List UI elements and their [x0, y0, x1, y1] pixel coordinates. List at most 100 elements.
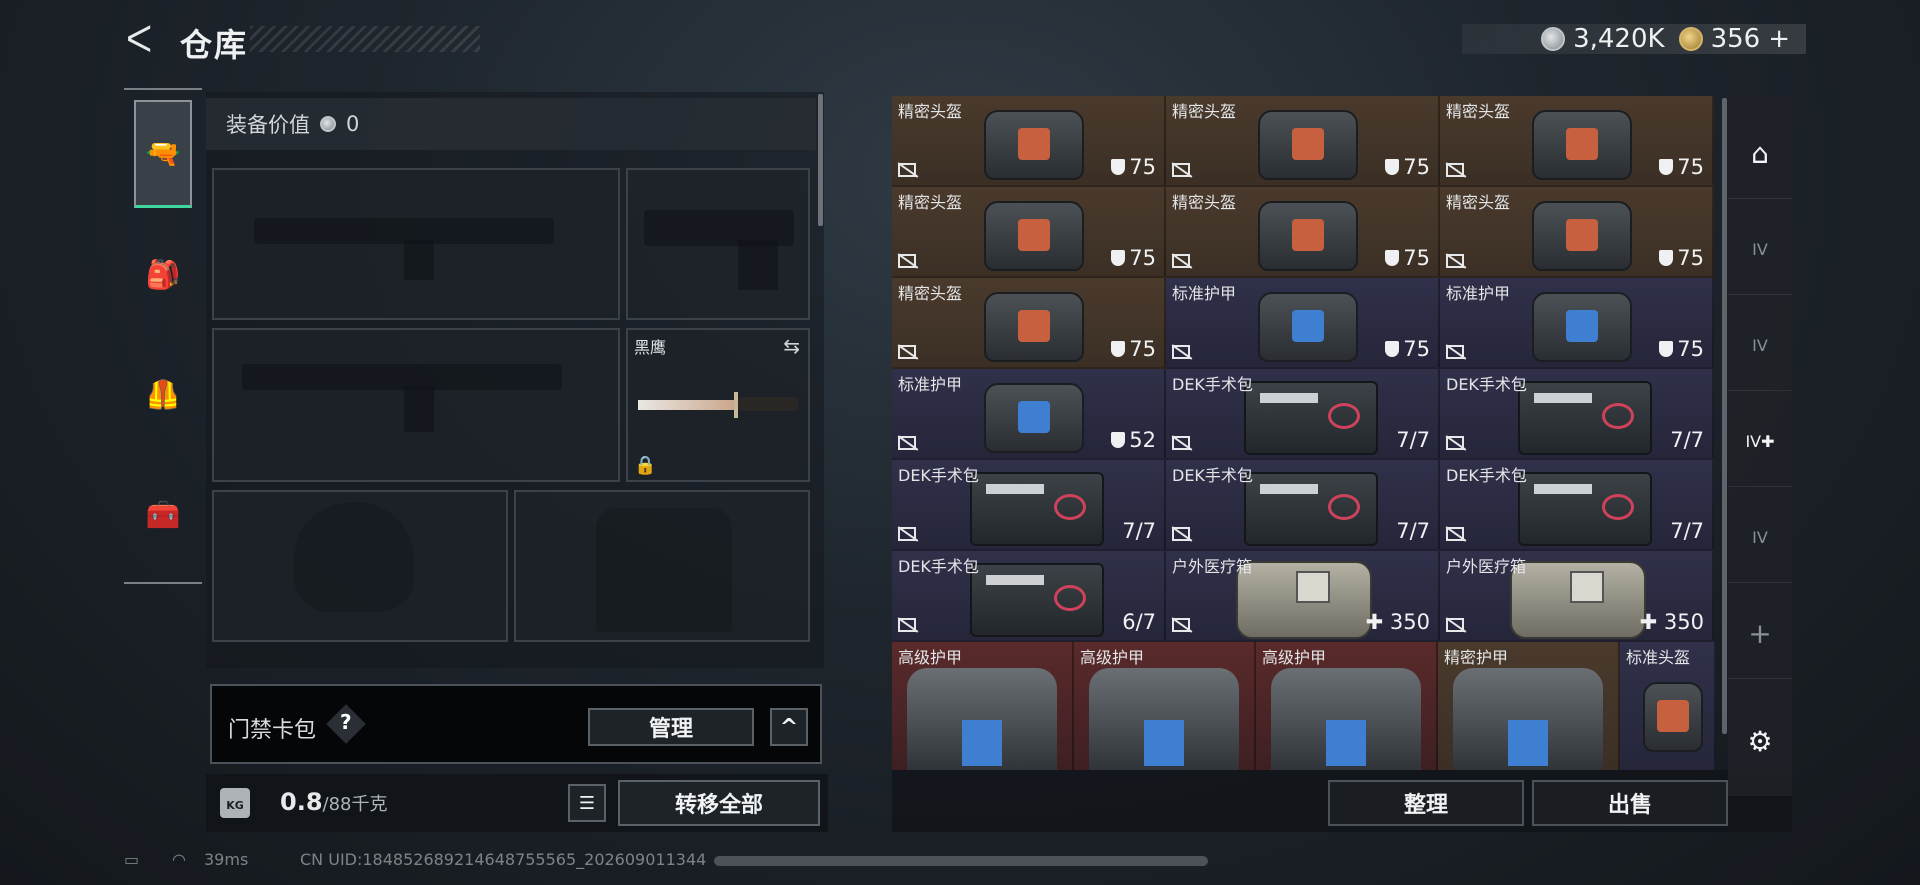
item-durability: 75 [1111, 246, 1156, 270]
rifle-silhouette-icon [242, 364, 562, 390]
inventory-item[interactable]: DEK手术包 7/7 [1166, 460, 1440, 551]
item-value: ✚ 350 [1365, 610, 1430, 634]
helmet-slot[interactable] [212, 490, 508, 642]
add-tab[interactable]: + [1728, 588, 1792, 679]
item-durability: 75 [1659, 337, 1704, 361]
primary-weapon-slot[interactable] [212, 168, 620, 320]
tier4-gear-tab[interactable]: IV [1728, 492, 1792, 583]
helmet-item-icon [1643, 682, 1703, 752]
equipment-value-amount: 0 [346, 112, 360, 136]
shield-icon [1111, 159, 1126, 175]
sidearm-slot[interactable] [626, 168, 810, 320]
item-name: 高级护甲 [898, 648, 963, 667]
inventory-item[interactable]: 精密头盔 75 [1440, 187, 1714, 278]
no-insure-icon [1446, 527, 1464, 541]
add-gold-icon[interactable]: + [1768, 24, 1790, 54]
manage-button[interactable]: 管理 [588, 708, 754, 746]
knife-handle [738, 397, 798, 411]
inventory-scrollbar[interactable] [1722, 98, 1727, 734]
inventory-item[interactable]: DEK手术包 7/7 [1440, 369, 1714, 460]
swap-icon[interactable]: ⇆ [783, 334, 800, 358]
inventory-item[interactable]: 高级护甲 [1074, 642, 1256, 770]
silver-coin-icon [1541, 27, 1566, 51]
armor-silhouette-icon [596, 508, 732, 632]
inventory-item[interactable]: 精密头盔 75 [892, 187, 1166, 278]
inventory-item[interactable]: DEK手术包 6/7 [892, 551, 1166, 642]
item-name: 高级护甲 [1080, 648, 1145, 667]
sort-button[interactable]: 整理 [1328, 780, 1524, 826]
item-name: 精密头盔 [1446, 102, 1511, 121]
shield-icon [1111, 341, 1126, 357]
secondary-weapon-slot[interactable] [212, 328, 620, 482]
settings-button[interactable]: ⚙ [1728, 696, 1792, 786]
no-insure-icon [1172, 618, 1190, 632]
collapse-icon[interactable]: ^ [770, 708, 808, 746]
armor-item-icon [984, 383, 1084, 453]
backpack-tab[interactable]: 🎒 [134, 220, 192, 328]
inventory-item[interactable]: 精密头盔 75 [1166, 187, 1440, 278]
armor-item-icon [1532, 292, 1632, 362]
inventory-item[interactable]: DEK手术包 7/7 [892, 460, 1166, 551]
rifle-mag-silhouette [404, 386, 434, 432]
equipment-scrollbar[interactable] [818, 94, 823, 226]
stash-tab[interactable]: ⌂ [1728, 108, 1792, 199]
shield-icon [1659, 250, 1674, 266]
no-insure-icon [898, 618, 916, 632]
helmet-item-icon [1532, 201, 1632, 271]
inventory-item[interactable]: DEK手术包 7/7 [1440, 460, 1714, 551]
no-insure-icon [898, 345, 916, 359]
toolbox-tab[interactable]: 🧰 [134, 460, 192, 568]
wifi-icon: ◠ [172, 850, 186, 869]
ping-readout: 39ms [204, 850, 249, 869]
inventory-item[interactable]: 精密护甲 [1438, 642, 1620, 770]
gold-currency[interactable]: 356 + [1678, 24, 1790, 54]
vest-item-icon [1089, 668, 1239, 770]
inventory-item[interactable]: 标准护甲 75 [1166, 278, 1440, 369]
helmet-item-icon [1258, 110, 1358, 180]
shield-icon [1111, 432, 1126, 448]
tier4-ammo-tab[interactable]: IV [1728, 300, 1792, 391]
inventory-item[interactable]: 户外医疗箱 ✚ 350 [1440, 551, 1714, 642]
inventory-item[interactable]: 精密头盔 75 [892, 278, 1166, 369]
melee-slot[interactable]: 黑鹰 ⇆ 🔒 [626, 328, 810, 482]
help-icon[interactable]: ? [340, 710, 352, 734]
item-name: DEK手术包 [1172, 375, 1253, 394]
inventory-item[interactable]: 户外医疗箱 ✚ 350 [1166, 551, 1440, 642]
inventory-item[interactable]: 高级护甲 [1256, 642, 1438, 770]
armor-slot[interactable] [514, 490, 810, 642]
tier4-weapon-tab[interactable]: IV [1728, 204, 1792, 295]
back-icon[interactable]: ᐸ [126, 22, 160, 60]
no-insure-icon [1172, 254, 1190, 268]
shield-icon [1385, 159, 1400, 175]
vest-item-icon [1453, 668, 1603, 770]
item-value: 7/7 [1122, 519, 1156, 543]
item-durability: 52 [1111, 428, 1156, 452]
vest-tab[interactable]: 🦺 [134, 340, 192, 448]
no-insure-icon [1446, 345, 1464, 359]
inventory-item[interactable]: 标准护甲 52 [892, 369, 1166, 460]
item-name: 标准护甲 [898, 375, 963, 394]
weight-current: 0.8 [280, 788, 323, 816]
shield-icon [1659, 341, 1674, 357]
inventory-item[interactable]: 精密头盔 75 [1166, 96, 1440, 187]
home-indicator[interactable] [714, 856, 1208, 866]
no-insure-icon [1172, 436, 1190, 450]
list-view-icon[interactable]: ☰ [568, 784, 606, 822]
inventory-item[interactable]: DEK手术包 7/7 [1166, 369, 1440, 460]
knife-name: 黑鹰 [634, 338, 667, 357]
stash-icon: ⌂ [1751, 136, 1769, 170]
inventory-item[interactable]: 标准头盔 [1620, 642, 1716, 770]
inventory-item[interactable]: 标准护甲 75 [1440, 278, 1714, 369]
inventory-item[interactable]: 高级护甲 [892, 642, 1074, 770]
inventory-item[interactable]: 精密头盔 75 [1440, 96, 1714, 187]
inventory-item[interactable]: 精密头盔 75 [892, 96, 1166, 187]
item-durability: 75 [1385, 155, 1430, 179]
transfer-all-button[interactable]: 转移全部 [618, 780, 820, 826]
sell-button[interactable]: 出售 [1532, 780, 1728, 826]
surgery-kit-icon [1518, 472, 1652, 546]
pistol-tab[interactable]: 🔫 [134, 100, 192, 208]
knife-blade [638, 400, 738, 410]
surgery-kit-icon [970, 472, 1104, 546]
tier4-medical-tab[interactable]: IV✚ [1728, 396, 1792, 487]
battery-icon: ▭ [124, 850, 140, 869]
